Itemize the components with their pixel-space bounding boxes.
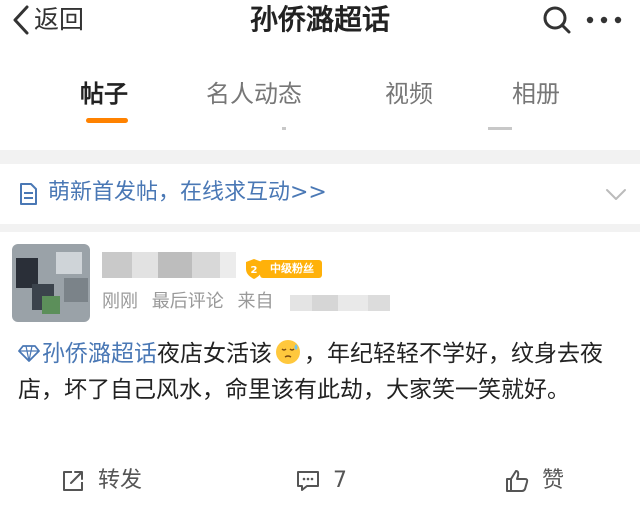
section-divider	[0, 224, 640, 232]
fan-level-badge: 2 中级粉丝	[244, 258, 322, 280]
action-bar: 转发 7 赞	[0, 460, 640, 504]
username-redacted[interactable]	[102, 252, 236, 278]
repost-button[interactable]: 转发	[60, 466, 142, 496]
sweat-emoji-icon	[276, 340, 300, 364]
source-prefix: 来自	[237, 291, 274, 312]
top-bar: 返回 孙侨潞超话	[0, 0, 640, 44]
active-tab-indicator	[86, 118, 128, 123]
super-topic-icon	[18, 345, 40, 362]
tab-posts[interactable]: 帖子	[80, 78, 128, 110]
scroll-mark	[488, 127, 512, 130]
super-topic-link[interactable]: 孙侨潞超话	[18, 341, 157, 367]
more-icon[interactable]	[578, 3, 630, 37]
tab-celebrity-updates[interactable]: 名人动态	[206, 78, 302, 110]
comment-count: 7	[333, 468, 347, 493]
like-label: 赞	[542, 468, 565, 493]
super-topic-label: 孙侨潞超话	[42, 341, 157, 367]
repost-label: 转发	[98, 468, 143, 493]
chevron-down-icon[interactable]	[604, 182, 628, 206]
source-redacted	[290, 295, 390, 311]
document-icon	[20, 183, 37, 205]
newbie-post-banner[interactable]: 萌新首发帖，在线求互动>>	[0, 164, 640, 222]
sort-label: 最后评论	[151, 291, 224, 312]
comment-icon	[297, 471, 319, 491]
avatar[interactable]	[12, 244, 90, 322]
tab-albums[interactable]: 相册	[512, 78, 560, 110]
post-meta: 刚刚 最后评论 来自	[102, 290, 281, 314]
like-icon	[506, 470, 529, 492]
fan-level-label: 中级粉丝	[260, 260, 322, 278]
post-content: 孙侨潞超话夜店女活该 ，年纪轻轻不学好，纹身去夜店，坏了自己风水，命里该有此劫，…	[18, 336, 630, 408]
scroll-mark	[282, 127, 286, 130]
repost-icon	[63, 471, 83, 491]
search-icon[interactable]	[538, 3, 578, 37]
comment-button[interactable]: 7	[295, 466, 347, 496]
section-divider	[0, 150, 640, 164]
svg-text:2: 2	[251, 265, 258, 276]
post-time: 刚刚	[102, 291, 138, 312]
post-text-part: 夜店女活该	[157, 341, 272, 367]
tab-videos[interactable]: 视频	[385, 78, 433, 110]
like-button[interactable]: 赞	[504, 466, 564, 496]
banner-text: 萌新首发帖，在线求互动>>	[48, 180, 327, 205]
